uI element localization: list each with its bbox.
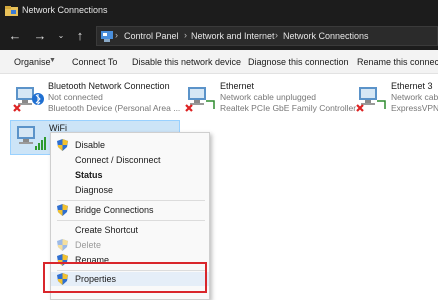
diagnose-connection-button[interactable]: Diagnose this connection	[248, 57, 349, 67]
disable-device-button[interactable]: Disable this network device	[132, 57, 241, 67]
adapter-device: Realtek PCIe GbE Family Controller	[220, 103, 357, 113]
control-panel-icon	[101, 31, 113, 42]
adapter-name: Ethernet 3	[391, 81, 433, 91]
bluetooth-adapter-icon	[13, 87, 44, 112]
menu-item-bridge-connections[interactable]: Bridge Connections	[51, 203, 209, 217]
adapter-name: Bluetooth Network Connection	[48, 81, 170, 91]
breadcrumb-network-connections[interactable]: Network Connections	[283, 31, 369, 41]
breadcrumb-network-and-internet[interactable]: Network and Internet	[191, 31, 275, 41]
network-folder-icon	[5, 6, 18, 16]
menu-item-diagnose[interactable]: Diagnose	[51, 183, 209, 197]
address-bar[interactable]: › Control Panel › Network and Internet ›…	[96, 26, 438, 46]
connect-to-button[interactable]: Connect To	[72, 57, 117, 67]
menu-item-connect-disconnect[interactable]: Connect / Disconnect	[51, 153, 209, 167]
wifi-adapter-icon	[17, 126, 46, 150]
menu-item-label: Diagnose	[75, 185, 114, 195]
navigation-bar: ← → ⌄ ↑ › Control Panel › Network and In…	[0, 22, 438, 50]
adapter-status: Not connected	[48, 92, 103, 102]
menu-separator	[57, 220, 205, 221]
adapter-ethernet[interactable]: Ethernet Network cable unplugged Realtek…	[184, 81, 357, 117]
chevron-down-icon: ▼	[49, 57, 56, 64]
adapter-ethernet-3[interactable]: Ethernet 3 Network cable u... ExpressVPN	[355, 81, 438, 117]
command-toolbar: Organise ▼ Connect To Disable this netwo…	[0, 50, 438, 74]
ethernet-adapter-icon	[185, 87, 215, 112]
breadcrumb-separator-icon: ›	[115, 30, 118, 40]
adapter-device: ExpressVPN	[391, 103, 438, 113]
menu-item-delete: Delete	[51, 238, 209, 252]
menu-separator	[57, 200, 205, 201]
menu-item-create-shortcut[interactable]: Create Shortcut	[51, 223, 209, 237]
menu-item-label: Status	[75, 170, 103, 180]
adapter-device: Bluetooth Device (Personal Area ...	[48, 103, 181, 113]
window-title: Network Connections	[22, 5, 108, 15]
arrow-right-icon[interactable]: →	[31, 27, 49, 45]
uac-shield-icon	[57, 204, 68, 216]
menu-item-label: Bridge Connections	[75, 205, 154, 215]
organise-button[interactable]: Organise	[14, 57, 51, 67]
adapter-status: Network cable unplugged	[220, 92, 316, 102]
arrow-up-icon[interactable]: ↑	[71, 27, 89, 45]
breadcrumb-separator-icon: ›	[275, 30, 278, 40]
uac-shield-icon	[57, 239, 68, 251]
breadcrumb-separator-icon: ›	[184, 30, 187, 40]
uac-shield-icon	[57, 139, 68, 151]
menu-item-label: Disable	[75, 140, 106, 150]
chevron-down-icon[interactable]: ⌄	[52, 27, 70, 45]
menu-item-label: Create Shortcut	[75, 225, 139, 235]
adapter-status: Network cable u...	[391, 92, 438, 102]
menu-item-label: Connect / Disconnect	[75, 155, 161, 165]
rename-connection-button[interactable]: Rename this connection	[357, 57, 438, 67]
menu-item-status[interactable]: Status	[51, 168, 209, 182]
title-bar: Network Connections	[0, 0, 438, 22]
ethernet-adapter-icon	[356, 87, 386, 112]
breadcrumb-control-panel[interactable]: Control Panel	[124, 31, 179, 41]
arrow-left-icon[interactable]: ←	[6, 27, 24, 45]
adapter-name: Ethernet	[220, 81, 255, 91]
adapter-bluetooth[interactable]: Bluetooth Network Connection Not connect…	[12, 81, 182, 117]
menu-item-label: Delete	[75, 240, 102, 250]
menu-item-disable[interactable]: Disable	[51, 138, 209, 152]
highlight-box	[43, 262, 207, 293]
